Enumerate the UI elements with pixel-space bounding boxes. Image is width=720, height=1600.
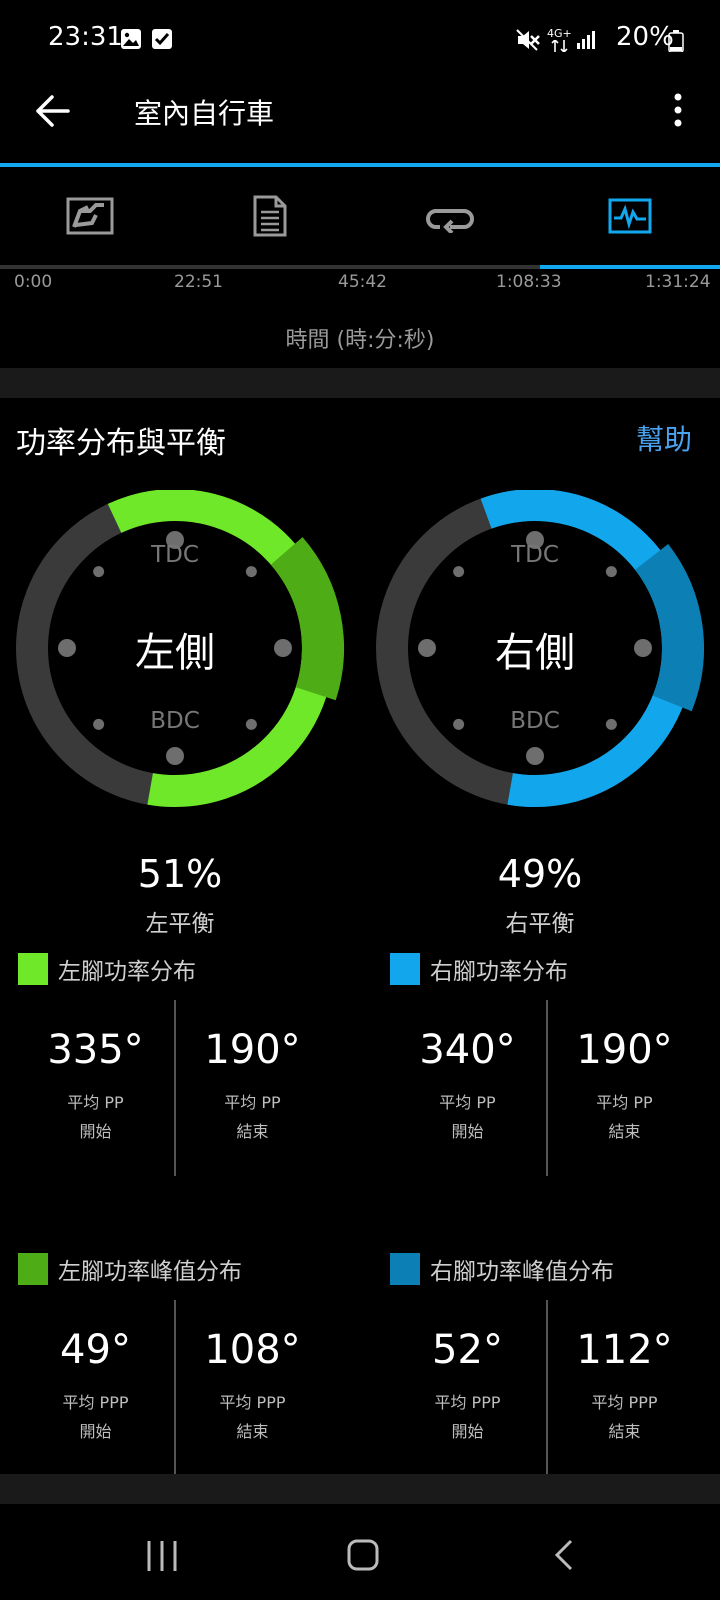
time-tick: 1:08:33 xyxy=(496,272,562,292)
left-pp-start-value: 335° xyxy=(47,1027,144,1073)
left-pp-swatch xyxy=(18,953,48,985)
right-ppp-end-value: 112° xyxy=(576,1327,673,1373)
stat-label: 平均 PPP xyxy=(219,1393,286,1412)
signal-icon xyxy=(577,31,595,49)
right-bdc-label: BDC xyxy=(510,708,560,734)
stat-sublabel: 結束 xyxy=(236,1422,269,1441)
tab-map[interactable] xyxy=(0,168,180,264)
tab-active-indicator xyxy=(540,265,720,269)
left-ppp-start-value: 49° xyxy=(60,1327,131,1373)
stat-label: 平均 PPP xyxy=(591,1393,658,1412)
stat-label: 平均 PPP xyxy=(62,1393,129,1412)
home-icon xyxy=(347,1539,379,1571)
time-tick: 1:31:24 xyxy=(645,272,711,292)
right-balance-value: 49% xyxy=(497,852,583,896)
left-pp-title: 左腳功率分布 xyxy=(58,959,196,985)
left-pp-start: 335° 平均 PP 開始 xyxy=(18,1026,173,1146)
data-arrows-icon xyxy=(551,40,568,52)
left-clock-dot xyxy=(166,747,184,765)
battery-icon xyxy=(668,30,684,52)
right-ppp-title: 右腳功率峰值分布 xyxy=(430,1259,614,1285)
stat-label: 平均 PPP xyxy=(434,1393,501,1412)
left-balance-value: 51% xyxy=(137,852,223,896)
time-tick: 45:42 xyxy=(338,272,387,292)
left-tdc-label: TDC xyxy=(151,542,199,568)
stat-sublabel: 結束 xyxy=(608,1122,641,1141)
recent-apps-button[interactable] xyxy=(122,1530,202,1580)
activity-chart-icon xyxy=(608,198,652,234)
tab-laps[interactable] xyxy=(360,168,540,264)
tab-charts[interactable] xyxy=(540,168,720,264)
right-center-label: 右側 xyxy=(495,630,575,676)
right-ppp-start: 52° 平均 PPP 開始 xyxy=(390,1326,545,1446)
map-chart-icon xyxy=(66,197,114,235)
right-ppp-start-value: 52° xyxy=(432,1327,503,1373)
right-clock-dot xyxy=(526,747,544,765)
mute-icon xyxy=(516,29,540,51)
back-arrow-icon xyxy=(36,95,70,127)
left-balance-label: 左平衡 xyxy=(145,911,215,937)
more-vertical-icon xyxy=(674,93,682,127)
right-pp-swatch xyxy=(390,953,420,985)
right-pp-end-value: 190° xyxy=(576,1027,673,1073)
stat-sublabel: 開始 xyxy=(79,1422,112,1441)
header-accent-line xyxy=(0,163,720,167)
stat-sublabel: 結束 xyxy=(608,1422,641,1441)
back-button[interactable] xyxy=(30,84,80,140)
stat-sublabel: 結束 xyxy=(236,1122,269,1141)
left-power-dial: TDC BDC 左側 xyxy=(0,490,360,830)
checkbox-notification-icon xyxy=(152,29,172,49)
stat-label: 平均 PP xyxy=(439,1093,496,1112)
left-bdc-label: BDC xyxy=(150,708,200,734)
left-ppp-start: 49° 平均 PPP 開始 xyxy=(18,1326,173,1446)
section-divider xyxy=(0,1474,720,1504)
page-title: 室內自行車 xyxy=(134,97,275,130)
status-bar: 23:31 4G+ 20% xyxy=(0,0,720,80)
right-pp-header: 右腳功率分布 xyxy=(390,952,568,986)
overflow-menu-button[interactable] xyxy=(660,90,696,130)
right-pp-title: 右腳功率分布 xyxy=(430,959,568,985)
document-icon xyxy=(253,195,287,237)
stat-sublabel: 開始 xyxy=(451,1422,484,1441)
right-ppp-swatch xyxy=(390,1253,420,1285)
right-ppp-end: 112° 平均 PPP 結束 xyxy=(547,1326,702,1446)
left-pp-end: 190° 平均 PP 結束 xyxy=(175,1026,330,1146)
nav-back-icon xyxy=(554,1539,573,1571)
right-tdc-label: TDC xyxy=(511,542,559,568)
stat-label: 平均 PP xyxy=(224,1093,281,1112)
left-pp-header: 左腳功率分布 xyxy=(18,952,196,986)
left-ppp-end-value: 108° xyxy=(204,1327,301,1373)
tab-details[interactable] xyxy=(180,168,360,264)
stat-sublabel: 開始 xyxy=(451,1122,484,1141)
recent-apps-icon xyxy=(147,1541,177,1571)
stat-label: 平均 PP xyxy=(596,1093,653,1112)
right-pp-start: 340° 平均 PP 開始 xyxy=(390,1026,545,1146)
right-pp-end: 190° 平均 PP 結束 xyxy=(547,1026,702,1146)
stat-sublabel: 開始 xyxy=(79,1122,112,1141)
section-title: 功率分布與平衡 xyxy=(16,426,226,461)
gallery-notification-icon xyxy=(121,29,141,49)
right-pp-start-value: 340° xyxy=(419,1027,516,1073)
time-axis-title: 時間 (時:分:秒) xyxy=(285,328,435,353)
stat-label: 平均 PP xyxy=(67,1093,124,1112)
left-pp-end-value: 190° xyxy=(204,1027,301,1073)
home-button[interactable] xyxy=(323,1530,403,1580)
right-ppp-header: 右腳功率峰值分布 xyxy=(390,1252,614,1286)
status-time: 23:31 xyxy=(48,22,123,52)
section-divider xyxy=(0,368,720,398)
left-center-label: 左側 xyxy=(135,630,215,676)
time-tick: 22:51 xyxy=(174,272,223,292)
laps-icon xyxy=(426,209,474,233)
network-type-label: 4G+ xyxy=(547,27,572,40)
right-balance-label: 右平衡 xyxy=(505,911,575,937)
nav-back-button[interactable] xyxy=(525,1530,605,1580)
battery-percent: 20% xyxy=(616,22,674,52)
right-power-dial: TDC BDC 右側 xyxy=(360,490,720,830)
left-ppp-title: 左腳功率峰值分布 xyxy=(58,1259,242,1285)
time-tick: 0:00 xyxy=(14,272,53,292)
help-link[interactable]: 幫助 xyxy=(636,418,692,458)
left-ppp-header: 左腳功率峰值分布 xyxy=(18,1252,242,1286)
left-ppp-end: 108° 平均 PPP 結束 xyxy=(175,1326,330,1446)
left-ppp-swatch xyxy=(18,1253,48,1285)
